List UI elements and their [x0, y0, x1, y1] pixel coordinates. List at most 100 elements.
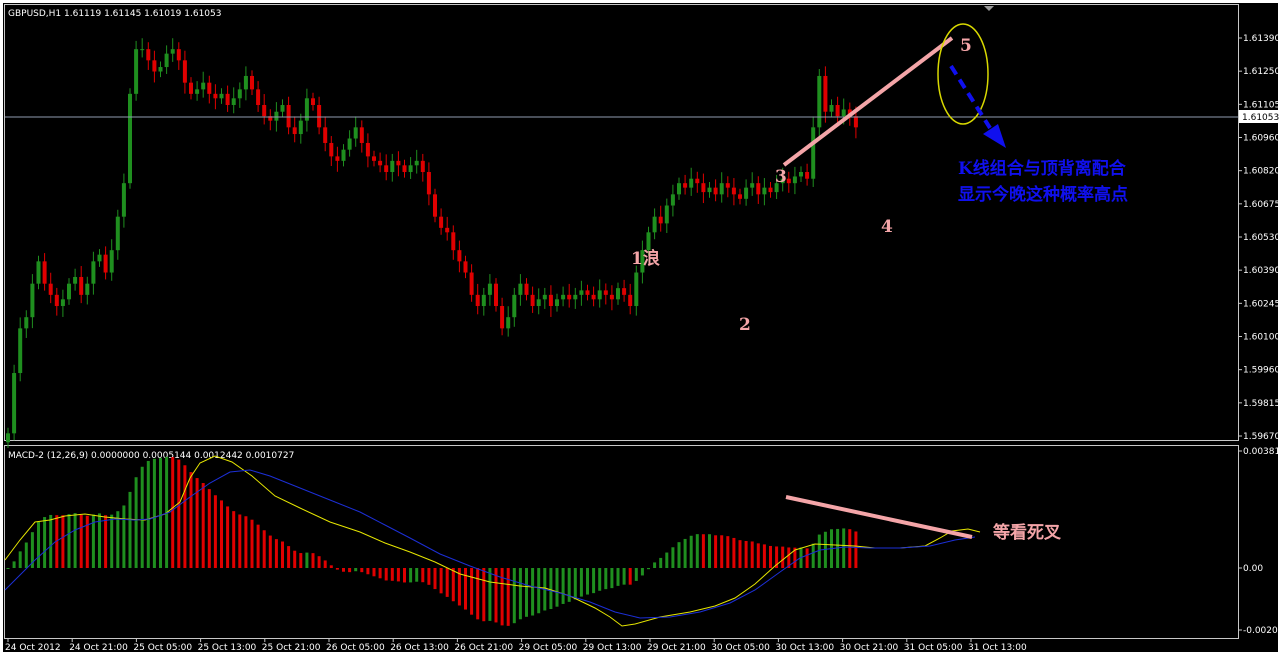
current-price-label: 1.61053 — [1242, 113, 1279, 123]
macd-bar — [476, 568, 480, 620]
macd-bar — [464, 568, 467, 610]
candle-body — [689, 178, 694, 188]
macd-bar — [293, 550, 297, 568]
macd-bar — [555, 568, 559, 607]
candle-body — [317, 105, 322, 128]
macd-bar — [128, 491, 132, 568]
macd-bar — [140, 466, 144, 568]
macd-bar — [43, 517, 47, 568]
macd-bar — [470, 568, 474, 615]
macd-bar — [329, 565, 333, 568]
macd-bar — [171, 457, 175, 568]
candle-body — [719, 183, 724, 195]
macd-bar — [256, 524, 260, 568]
macd-bar — [653, 562, 657, 568]
macd-bar — [18, 551, 22, 568]
candle-body — [347, 138, 352, 150]
candle-body — [469, 272, 474, 295]
macd-bar — [281, 541, 284, 568]
macd-bar — [232, 511, 236, 568]
candle-body — [231, 98, 236, 106]
price-tick-label: 1.61105 — [1243, 100, 1280, 110]
candle-body — [67, 283, 71, 300]
macd-bar — [110, 514, 114, 568]
candle-body — [201, 82, 206, 90]
time-tick-label: 30 Oct 13:00 — [775, 643, 834, 653]
candle-body — [646, 232, 651, 251]
macd-bar — [598, 568, 602, 591]
price-tick-label: 1.60100 — [1243, 333, 1280, 343]
macd-bar — [665, 552, 669, 568]
macd-bar — [848, 529, 852, 568]
candle-body — [555, 299, 559, 307]
macd-bar — [610, 568, 614, 589]
macd-bar — [750, 541, 754, 568]
macd-bar — [287, 546, 291, 568]
candle-body — [762, 187, 767, 195]
death-cross-note: 等看死叉 — [993, 522, 1062, 543]
candle-body — [256, 89, 261, 106]
macd-bar — [415, 568, 419, 582]
candle-body — [494, 283, 498, 307]
candle-body — [542, 294, 547, 300]
macd-bar — [61, 515, 65, 568]
macd-bar — [159, 457, 162, 568]
candle-body — [359, 127, 364, 143]
macd-bar — [409, 568, 413, 583]
macd-bar — [396, 568, 400, 582]
macd-bar — [720, 535, 724, 568]
macd-bar — [854, 531, 858, 568]
candle-body — [567, 294, 572, 300]
macd-bar — [317, 556, 321, 568]
candle-body — [24, 317, 29, 329]
candle-body — [262, 105, 267, 117]
candle-body — [121, 183, 126, 217]
time-tick-label: 29 Oct 05:00 — [519, 643, 578, 653]
time-tick-label: 26 Oct 13:00 — [390, 643, 449, 653]
macd-bar — [226, 506, 230, 568]
macd-bar — [348, 568, 352, 573]
macd-bar — [384, 568, 388, 581]
macd-bar — [805, 548, 809, 568]
candle-body — [841, 109, 846, 117]
candle-body — [30, 283, 35, 318]
candle-body — [725, 183, 730, 188]
candle-body — [158, 67, 163, 72]
macd-bar — [604, 568, 608, 590]
macd-bar — [403, 568, 406, 583]
price-tick-label: 1.60245 — [1243, 299, 1280, 309]
candle-body — [457, 250, 462, 262]
candle-body — [378, 160, 383, 166]
candle-body — [353, 127, 358, 139]
time-tick-label: 26 Oct 05:00 — [326, 643, 385, 653]
candle-body — [213, 93, 218, 99]
macd-bar — [744, 540, 748, 568]
chart-window: GBPUSD,H1 1.61119 1.61145 1.61019 1.6105… — [0, 0, 1280, 657]
candle-body — [365, 142, 370, 157]
commentary-line-1: K线组合与顶背离配合 — [958, 158, 1127, 179]
macd-bar — [6, 568, 10, 569]
candle-body — [799, 172, 803, 177]
candle-body — [286, 105, 291, 128]
macd-bar — [567, 568, 571, 602]
candle-body — [731, 187, 736, 195]
candle-body — [817, 75, 822, 128]
candle-body — [677, 183, 681, 195]
symbol-header: GBPUSD,H1 1.61119 1.61145 1.61019 1.6105… — [8, 9, 221, 19]
candle-body — [512, 294, 517, 318]
candle-body — [225, 93, 230, 106]
candle-body — [628, 294, 633, 307]
chart-canvas[interactable]: GBPUSD,H1 1.61119 1.61145 1.61019 1.6105… — [0, 0, 1280, 657]
macd-bar — [592, 568, 596, 594]
macd-bar — [506, 568, 510, 626]
candle-body — [134, 49, 139, 94]
candle-body — [189, 82, 193, 94]
chart-background — [3, 3, 1278, 652]
wave-label-5: 5 — [960, 36, 972, 56]
candle-body — [292, 127, 297, 135]
macd-bar — [518, 568, 522, 620]
candle-body — [805, 172, 810, 179]
price-tick-label: 1.60675 — [1243, 200, 1280, 210]
macd-bar — [299, 553, 303, 568]
price-tick-label: 1.61390 — [1243, 34, 1280, 44]
